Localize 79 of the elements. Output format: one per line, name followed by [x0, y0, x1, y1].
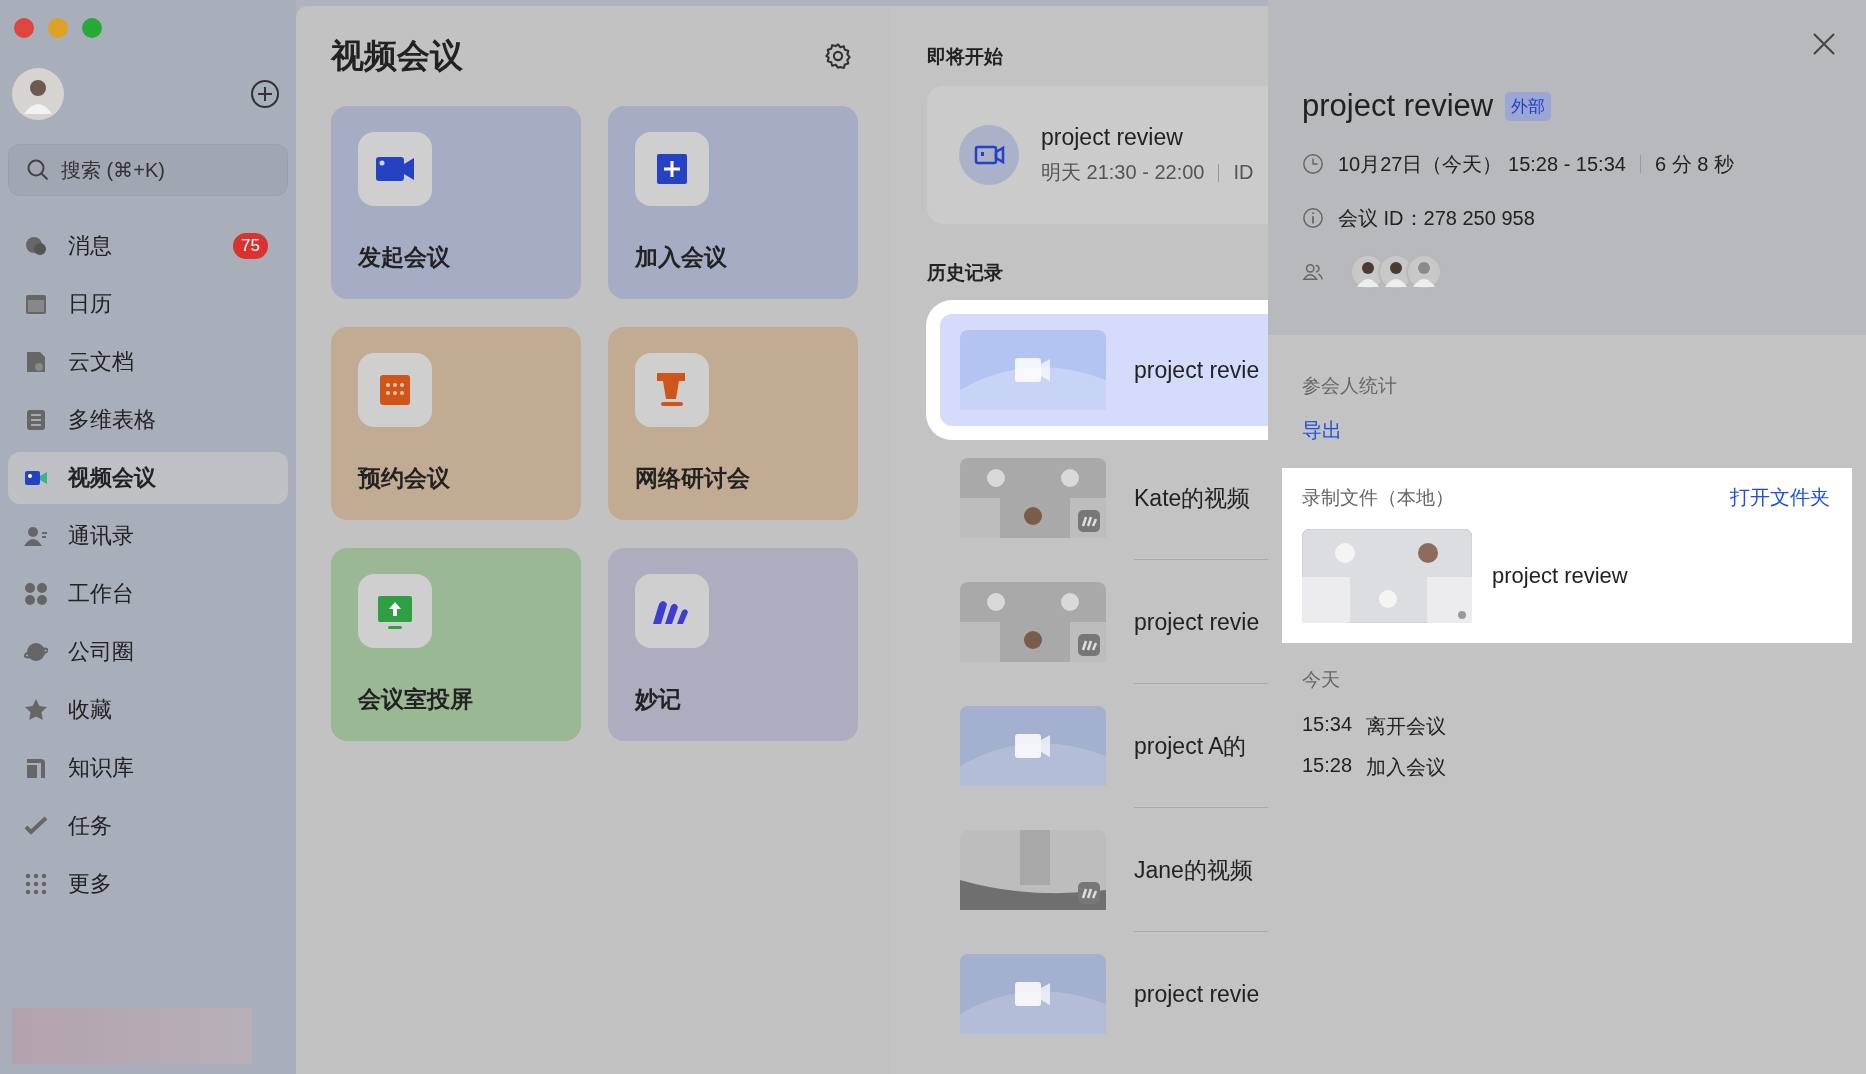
page-title: 视频会议 [331, 35, 463, 76]
settings-icon[interactable] [824, 42, 852, 70]
event-time: 15:34 [1302, 713, 1353, 737]
planet-icon [24, 640, 48, 664]
video-camera-icon [358, 132, 432, 206]
pen-strokes-icon [635, 574, 709, 648]
action-card[interactable]: 妙记 [608, 548, 858, 741]
star-icon [24, 698, 48, 722]
meeting-title: project review [1302, 88, 1494, 124]
section-heading: 录制文件（本地） [1302, 485, 1454, 510]
nav-item[interactable]: 公司圈 [8, 626, 288, 678]
history-row[interactable]: project A的 [927, 684, 1268, 808]
search-icon [26, 158, 50, 182]
avatar[interactable] [12, 68, 64, 120]
history-row[interactable]: Kate的视频 [927, 436, 1268, 560]
meeting-title: project review [1041, 124, 1184, 151]
add-icon[interactable] [250, 79, 280, 109]
section-heading: 历史记录 [927, 261, 1004, 285]
search-field[interactable]: 搜索 (⌘+K) [8, 144, 288, 196]
screen-share-icon [358, 574, 432, 648]
nav-item[interactable]: 通讯录 [8, 510, 288, 562]
unread-badge: 75 [233, 233, 268, 259]
meeting-date: 10月27日（今天） 15:28 - 15:34 [1338, 151, 1626, 177]
meeting-title: project revie [1134, 356, 1260, 384]
table-icon [24, 408, 48, 432]
section-heading: 即将开始 [927, 45, 1004, 69]
action-card[interactable]: 加入会议 [608, 106, 858, 299]
nav-item[interactable]: 云文档 [8, 336, 288, 388]
close-icon[interactable] [1812, 32, 1836, 56]
event-description: 加入会议 [1366, 755, 1447, 780]
podium-icon [635, 353, 709, 427]
history-row[interactable]: Jane的视频 [927, 808, 1268, 932]
nav-item[interactable]: 日历 [8, 278, 288, 330]
export-link[interactable]: 导出 [1282, 399, 1342, 444]
meeting-title: Kate的视频 [1134, 483, 1251, 513]
nav-item[interactable]: 知识库 [8, 742, 288, 794]
action-card[interactable]: 网络研讨会 [608, 327, 858, 520]
contacts-icon [24, 524, 48, 548]
nav-item[interactable]: 更多 [8, 858, 288, 910]
nav-item[interactable]: 工作台 [8, 568, 288, 620]
action-card[interactable]: 发起会议 [331, 106, 581, 299]
video-camera-icon [959, 125, 1019, 185]
book-icon [24, 756, 48, 780]
history-row[interactable]: project revie [927, 560, 1268, 684]
plus-icon [635, 132, 709, 206]
attendee-avatar [1406, 254, 1442, 290]
action-card[interactable]: 会议室投屏 [331, 548, 581, 741]
section-heading: 参会人统计 [1301, 374, 1398, 398]
recording-file-name[interactable]: project review [1492, 563, 1628, 589]
dots-icon [24, 872, 48, 896]
calendar-icon [358, 353, 432, 427]
nav-item[interactable]: 视频会议 [8, 452, 288, 504]
meeting-id-label: ID [1233, 161, 1254, 184]
history-row[interactable]: project revie [927, 932, 1268, 1056]
meeting-title: project A的 [1134, 731, 1247, 761]
nav-item[interactable]: 任务 [8, 800, 288, 852]
meeting-title: project revie [1134, 980, 1260, 1008]
grid-icon [24, 582, 48, 606]
info-icon [1302, 207, 1324, 229]
meeting-duration: 6 分 8 秒 [1654, 151, 1734, 177]
open-folder-link[interactable]: 打开文件夹 [1730, 484, 1830, 511]
meeting-id: 会议 ID：278 250 958 [1338, 205, 1535, 231]
nav-item[interactable]: 消息 75 [8, 220, 288, 272]
upcoming-meeting-card[interactable]: project review 明天 21:30 - 22:00 ID [927, 86, 1268, 224]
meeting-time: 明天 21:30 - 22:00 [1041, 160, 1205, 185]
document-icon [24, 350, 48, 374]
calendar-icon [24, 292, 48, 316]
nav-item[interactable]: 多维表格 [8, 394, 288, 446]
event-time: 15:28 [1302, 754, 1353, 778]
chat-icon [24, 234, 48, 258]
nav-item[interactable]: 收藏 [8, 684, 288, 736]
action-card[interactable]: 预约会议 [331, 327, 581, 520]
event-description: 离开会议 [1366, 714, 1447, 739]
section-heading: 今天 [1301, 668, 1341, 692]
meeting-title: Jane的视频 [1134, 855, 1253, 885]
external-tag: 外部 [1505, 91, 1552, 121]
meeting-title: project revie [1134, 608, 1260, 636]
clock-icon [1302, 153, 1324, 175]
people-icon [1302, 261, 1324, 283]
